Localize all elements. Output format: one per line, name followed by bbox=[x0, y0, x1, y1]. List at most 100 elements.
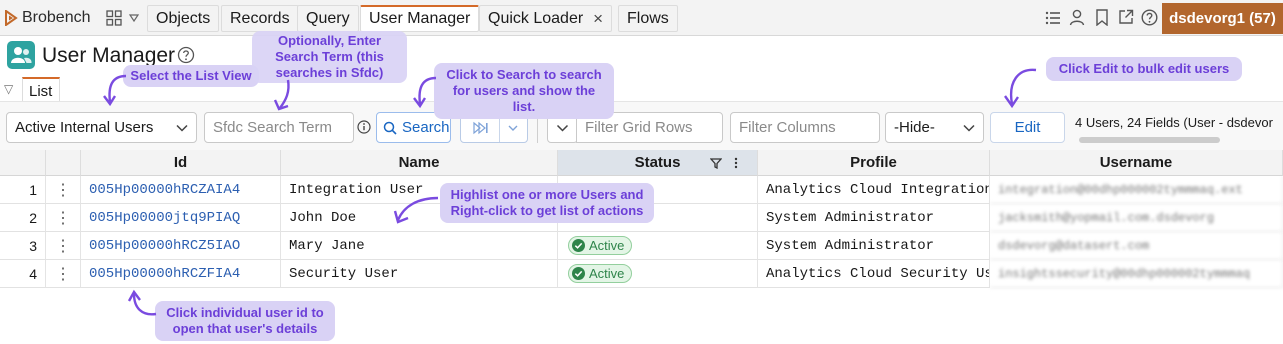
bookmark-icon[interactable] bbox=[1095, 9, 1109, 26]
hide-select-value: -Hide- bbox=[894, 119, 935, 136]
user-status: Active bbox=[558, 232, 758, 260]
tab-flows[interactable]: Flows bbox=[618, 5, 678, 32]
row-actions-icon[interactable]: ⋮ bbox=[46, 204, 81, 232]
list-icon[interactable] bbox=[1045, 10, 1061, 26]
column-header-id[interactable]: Id bbox=[81, 150, 281, 176]
column-header-label: Name bbox=[398, 154, 440, 171]
close-icon[interactable]: × bbox=[593, 9, 603, 29]
search-input[interactable]: Sfdc Search Term bbox=[204, 112, 354, 143]
help-icon[interactable] bbox=[1141, 9, 1158, 26]
help-icon[interactable] bbox=[177, 46, 195, 64]
check-circle-icon bbox=[572, 239, 585, 252]
status-badge: Active bbox=[568, 236, 633, 255]
collapse-triangle-icon[interactable]: ▽ bbox=[4, 82, 13, 96]
chevron-down-icon bbox=[176, 124, 188, 132]
edit-button[interactable]: Edit bbox=[990, 112, 1065, 143]
annotation-arrow-icon bbox=[103, 74, 127, 107]
apps-grid-icon[interactable] bbox=[106, 10, 122, 26]
user-name: Security User bbox=[281, 260, 558, 288]
annotation-click-search: Click to Search to search for users and … bbox=[434, 63, 614, 119]
status-text: Active bbox=[589, 238, 625, 253]
annotation-select-list-view: Select the List View bbox=[123, 65, 259, 87]
user-icon[interactable] bbox=[1069, 9, 1085, 26]
fetch-all-icon[interactable] bbox=[473, 121, 489, 135]
tab-label: Records bbox=[230, 9, 290, 27]
row-actions-icon[interactable]: ⋮ bbox=[46, 260, 81, 288]
org-badge[interactable]: dsdevorg1 (57) bbox=[1162, 3, 1283, 34]
tab-label: User Manager bbox=[369, 10, 471, 27]
check-circle-icon bbox=[572, 267, 585, 280]
column-header-profile[interactable]: Profile bbox=[758, 150, 990, 176]
user-profile: Analytics Cloud Security Use bbox=[758, 260, 990, 288]
user-username: integration@00dhp000002tymmmaq.ext bbox=[990, 176, 1283, 204]
record-count-status: 4 Users, 24 Fields (User - dsdevor bbox=[1075, 115, 1273, 130]
row-number-header bbox=[0, 150, 46, 176]
user-id-link[interactable]: 005Hp00000hRCZFIA4 bbox=[81, 260, 281, 288]
row-actions-icon[interactable]: ⋮ bbox=[46, 232, 81, 260]
tab-label: Flows bbox=[627, 9, 669, 27]
tab-query[interactable]: Query bbox=[297, 5, 359, 32]
user-profile: Analytics Cloud Integration bbox=[758, 176, 990, 204]
annotation-arrow-icon bbox=[413, 76, 437, 109]
tab-records[interactable]: Records bbox=[221, 5, 299, 32]
row-number: 4 bbox=[0, 260, 46, 288]
list-view-select[interactable]: Active Internal Users bbox=[6, 112, 197, 143]
hide-columns-select[interactable]: -Hide- bbox=[885, 112, 984, 143]
column-header-label: Status bbox=[634, 154, 681, 171]
actions-header bbox=[46, 150, 81, 176]
tab-label: Quick Loader bbox=[488, 9, 584, 27]
collapse-triangle-icon[interactable] bbox=[128, 9, 140, 27]
filter-icon[interactable] bbox=[710, 158, 722, 169]
annotation-arrow-icon bbox=[1004, 68, 1037, 109]
annotation-arrow-icon bbox=[127, 289, 157, 316]
info-icon[interactable] bbox=[357, 120, 371, 134]
user-profile: System Administrator bbox=[758, 204, 990, 232]
row-number: 1 bbox=[0, 176, 46, 204]
external-link-icon[interactable] bbox=[1118, 9, 1134, 25]
brobench-logo-icon bbox=[5, 10, 18, 26]
filter-columns-input[interactable]: Filter Columns bbox=[730, 112, 880, 143]
brand[interactable]: Brobench bbox=[4, 7, 91, 29]
user-status: Active bbox=[558, 260, 758, 288]
column-header-name[interactable]: Name bbox=[281, 150, 558, 176]
user-id-link[interactable]: 005Hp00000jtq9PIAQ bbox=[81, 204, 281, 232]
tab-quick-loader[interactable]: Quick Loader × bbox=[479, 5, 613, 32]
top-nav-bar: Brobench Objects Records Query User Mana… bbox=[0, 0, 1283, 36]
user-profile: System Administrator bbox=[758, 232, 990, 260]
row-number: 2 bbox=[0, 204, 46, 232]
annotation-click-edit: Click Edit to bulk edit users bbox=[1046, 57, 1242, 81]
subtab-list[interactable]: List bbox=[22, 77, 60, 102]
user-id-link[interactable]: 005Hp00000hRCZAIA4 bbox=[81, 176, 281, 204]
search-icon bbox=[383, 121, 397, 135]
column-menu-icon[interactable] bbox=[734, 156, 738, 170]
search-label: Search bbox=[402, 119, 450, 136]
filter-columns-placeholder: Filter Columns bbox=[739, 119, 836, 136]
user-id-link[interactable]: 005Hp00000hRCZ5IAO bbox=[81, 232, 281, 260]
horizontal-scrollbar[interactable] bbox=[1079, 137, 1220, 143]
row-number: 3 bbox=[0, 232, 46, 260]
user-manager-icon bbox=[7, 41, 35, 69]
tab-label: Query bbox=[306, 9, 350, 27]
chevron-down-icon[interactable] bbox=[507, 123, 519, 133]
user-username: dsdevorg@datasert.com bbox=[990, 232, 1283, 260]
annotation-click-user-id: Click individual user id to open that us… bbox=[155, 301, 335, 341]
tab-user-manager[interactable]: User Manager bbox=[360, 5, 480, 32]
chevron-down-icon bbox=[963, 124, 975, 132]
row-actions-icon[interactable]: ⋮ bbox=[46, 176, 81, 204]
tab-objects[interactable]: Objects bbox=[147, 5, 220, 32]
column-header-label: Id bbox=[173, 154, 188, 171]
user-username: insightssecurity@00dhp000002tymmmaq bbox=[990, 260, 1283, 288]
column-header-username[interactable]: Username bbox=[990, 150, 1283, 176]
brand-name: Brobench bbox=[22, 9, 91, 26]
column-header-label: Username bbox=[1099, 154, 1173, 171]
user-name: Mary Jane bbox=[281, 232, 558, 260]
user-username: jacksmith@yopmail.com.dsdevorg bbox=[990, 204, 1283, 232]
status-badge: Active bbox=[568, 264, 633, 283]
annotation-search-term: Optionally, Enter Search Term (this sear… bbox=[252, 31, 407, 83]
annotation-arrow-icon bbox=[273, 79, 290, 111]
chevron-down-icon bbox=[556, 124, 569, 132]
tab-label: Objects bbox=[156, 9, 211, 27]
status-text: Active bbox=[589, 266, 625, 281]
list-view-value: Active Internal Users bbox=[15, 119, 154, 136]
column-header-status[interactable]: Status bbox=[558, 150, 758, 176]
